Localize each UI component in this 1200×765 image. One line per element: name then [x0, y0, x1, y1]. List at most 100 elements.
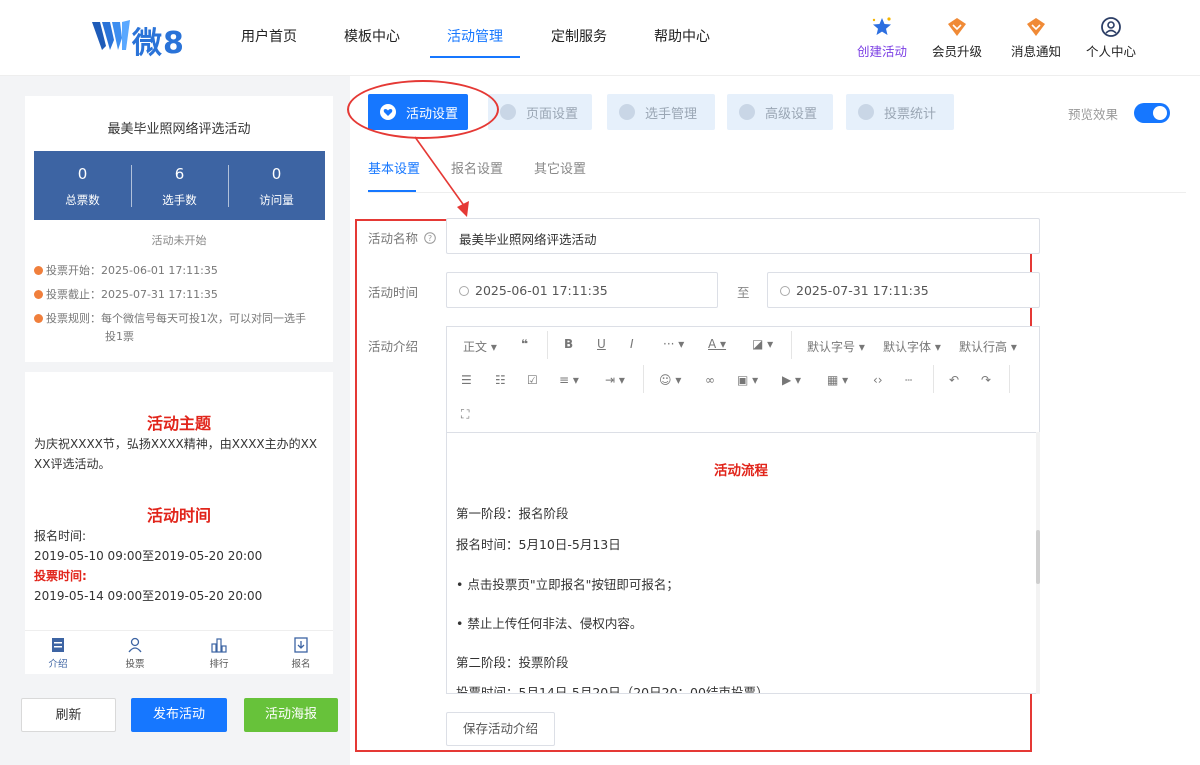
italic-icon[interactable]: I [630, 337, 634, 351]
content-line: 投票时间：5月14日-5月20日（20日20：00结束投票） [456, 685, 769, 694]
advanced-icon [739, 104, 755, 120]
content-line: 第一阶段：报名阶段 [456, 506, 569, 521]
publish-activity-button[interactable]: 发布活动 [131, 698, 227, 732]
subtab-other-settings[interactable]: 其它设置 [534, 158, 586, 177]
activity-name-input[interactable]: 最美毕业照网络评选活动 [446, 218, 1040, 254]
end-time-picker[interactable]: 2025-07-31 17:11:35 [767, 272, 1040, 308]
quote-icon[interactable]: ❝ [521, 337, 528, 351]
name-field-label: 活动名称 ? [368, 228, 436, 247]
step-label: 投票统计 [884, 107, 937, 122]
video-icon[interactable]: ▶ ▾ [782, 373, 801, 387]
top-navbar: 微8 用户首页 模板中心 活动管理 定制服务 帮助中心 创建活动 会员升级 消息… [0, 0, 1200, 76]
table-icon[interactable]: ▦ ▾ [827, 373, 848, 387]
link-icon[interactable]: ∞ [705, 373, 715, 387]
save-intro-button[interactable]: 保存活动介绍 [446, 712, 555, 746]
font-color-icon[interactable]: A ▾ [708, 337, 726, 351]
nav-help-center[interactable]: 帮助中心 [654, 26, 710, 46]
clock-icon [780, 286, 790, 296]
paragraph-format-select[interactable]: 正文 ▾ [463, 338, 497, 355]
undo-icon[interactable]: ↶ [949, 373, 959, 387]
toolbar-separator [1009, 365, 1010, 393]
numbered-list-icon[interactable]: ☷ [495, 373, 506, 387]
step-label: 高级设置 [765, 107, 818, 122]
member-upgrade-button[interactable]: 会员升级 [922, 16, 992, 60]
preview-activity-title: 最美毕业照网络评选活动 [107, 122, 251, 137]
start-time-picker[interactable]: 2025-06-01 17:11:35 [446, 272, 718, 308]
bulleted-list-icon[interactable]: ☰ [461, 373, 472, 387]
personal-center-button[interactable]: 个人中心 [1076, 16, 1146, 60]
tabbar-signup[interactable]: 报名 [276, 637, 326, 670]
step-vote-statistics[interactable]: 投票统计 [846, 94, 954, 130]
member-upgrade-icon [948, 18, 966, 36]
step-contestant-management[interactable]: 选手管理 [607, 94, 715, 130]
brand-logo[interactable]: 微8 [92, 16, 202, 61]
todo-checkbox-icon[interactable]: ☑ [527, 373, 538, 387]
end-time-value: 2025-07-31 17:11:35 [796, 283, 929, 298]
logo-w-mark-icon [92, 20, 130, 50]
preview-content-card: 活动主题 为庆祝XXXX节，弘扬XXXX精神，由XXXX主办的XX XX评选活动… [25, 372, 333, 630]
notification-button[interactable]: 消息通知 [1001, 16, 1071, 60]
underline-icon[interactable]: U [597, 337, 606, 351]
activity-name-value: 最美毕业照网络评选活动 [459, 232, 597, 247]
svg-text:?: ? [428, 234, 432, 243]
step-page-settings[interactable]: 页面设置 [488, 94, 592, 130]
bold-icon[interactable]: B [564, 337, 573, 351]
rich-text-editor[interactable]: 正文 ▾ ❝ B U I ··· ▾ A ▾ ◪ ▾ 默认字号 ▾ 默认字体 ▾… [446, 326, 1040, 694]
vote-end-row: 投票截止：2025-07-31 17:11:35 [34, 286, 218, 304]
emoji-icon[interactable]: ☺ ▾ [659, 373, 681, 387]
nav-home[interactable]: 用户首页 [241, 26, 297, 46]
annotation-circle [347, 80, 499, 139]
step-advanced-settings[interactable]: 高级设置 [727, 94, 833, 130]
font-family-select[interactable]: 默认字体 ▾ [883, 338, 941, 355]
divider-line-icon[interactable]: ┄ [905, 373, 912, 387]
more-format-icon[interactable]: ··· ▾ [663, 337, 684, 351]
justify-icon[interactable]: ≡ ▾ [559, 373, 579, 387]
line-height-label: 默认行高 [959, 340, 1008, 354]
start-time-value: 2025-06-01 17:11:35 [475, 283, 608, 298]
content-line: 报名时间：5月10日-5月13日 [456, 537, 621, 552]
nav-activity-management[interactable]: 活动管理 [447, 26, 503, 46]
editor-scrollbar-thumb[interactable] [1036, 530, 1040, 584]
step-label: 选手管理 [645, 107, 698, 122]
nav-active-underline [430, 56, 520, 58]
subtab-divider [368, 192, 1186, 193]
vote-start-row: 投票开始：2025-06-01 17:11:35 [34, 262, 218, 280]
content-line: 第二阶段：投票阶段 [456, 655, 569, 670]
line-height-select[interactable]: 默认行高 ▾ [959, 338, 1017, 355]
nav-templates[interactable]: 模板中心 [344, 26, 400, 46]
indent-icon[interactable]: ⇥ ▾ [605, 373, 625, 387]
stat-contestants: 6 选手数 [131, 165, 228, 208]
clock-icon [459, 286, 469, 296]
vote-rule-text: 投票规则：每个微信号每天可投1次，可以对同一选手 [46, 312, 306, 325]
image-icon[interactable]: ▣ ▾ [737, 373, 758, 387]
theme-text: 为庆祝XXXX节，弘扬XXXX精神，由XXXX主办的XX XX评选活动。 [34, 434, 330, 474]
tabbar-ranking[interactable]: 排行 [194, 637, 244, 670]
font-family-label: 默认字体 [883, 340, 932, 354]
start-time-display: 2025-06-01 17:11:35 [459, 283, 608, 298]
font-size-select[interactable]: 默认字号 ▾ [807, 338, 865, 355]
theme-text-line: XX评选活动。 [34, 457, 111, 471]
activity-poster-button[interactable]: 活动海报 [244, 698, 338, 732]
fullscreen-icon[interactable]: ⛶ [461, 407, 469, 422]
preview-toggle[interactable] [1134, 103, 1170, 123]
help-question-icon[interactable]: ? [424, 232, 436, 244]
stat-visits: 0 访问量 [228, 165, 325, 208]
background-color-icon[interactable]: ◪ ▾ [752, 337, 773, 351]
stat-total-votes: 0 总票数 [34, 165, 131, 208]
create-activity-button[interactable]: 创建活动 [847, 16, 917, 60]
code-icon[interactable]: ‹› [873, 373, 883, 387]
create-star-icon [872, 17, 891, 35]
vote-start-text: 投票开始：2025-06-01 17:11:35 [46, 264, 218, 277]
preview-toggle-label: 预览效果 [1068, 107, 1119, 122]
redo-icon[interactable]: ↷ [981, 373, 991, 387]
refresh-button[interactable]: 刷新 [21, 698, 116, 732]
tabbar-vote[interactable]: 投票 [110, 637, 160, 670]
user-circle-icon [1101, 17, 1121, 37]
nav-custom-service[interactable]: 定制服务 [551, 26, 607, 46]
stat-value: 6 [174, 165, 185, 183]
time-field-label: 活动时间 [368, 285, 419, 300]
tabbar-label: 报名 [291, 659, 311, 670]
tabbar-label: 排行 [209, 659, 229, 670]
tabbar-intro[interactable]: 介绍 [33, 637, 83, 670]
stat-value: 0 [271, 165, 282, 183]
